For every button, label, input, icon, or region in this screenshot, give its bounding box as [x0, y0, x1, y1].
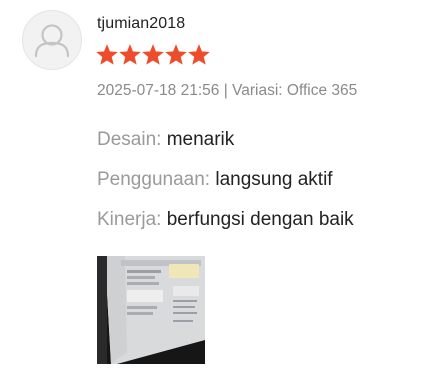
attribute-row-usage: Penggunaan: langsung aktif: [97, 170, 354, 210]
attribute-key: Penggunaan:: [97, 169, 211, 190]
review-attributes: Desain: menarik Penggunaan: langsung akt…: [97, 130, 354, 250]
attribute-key: Kinerja:: [97, 209, 162, 230]
avatar: [22, 10, 82, 70]
meta-separator: |: [219, 82, 233, 99]
reviewer-username: tjumian2018: [97, 15, 186, 32]
star-icon: [96, 44, 118, 66]
review-media-thumbnail[interactable]: [97, 256, 205, 364]
star-icon: [119, 44, 141, 66]
star-icon: [188, 44, 210, 66]
attribute-row-design: Desain: menarik: [97, 130, 354, 170]
variation-label: Variasi:: [232, 82, 283, 99]
attribute-value: langsung aktif: [215, 169, 333, 190]
attribute-key: Desain:: [97, 129, 162, 150]
review-meta: 2025-07-18 21:56 | Variasi: Office 365: [97, 82, 357, 100]
review-datetime: 2025-07-18 21:56: [97, 82, 220, 99]
attribute-row-performance: Kinerja: berfungsi dengan baik: [97, 210, 354, 250]
star-icon: [142, 44, 164, 66]
attribute-value: menarik: [166, 129, 235, 150]
laptop-screen-photo: [97, 256, 205, 364]
attribute-value: berfungsi dengan baik: [166, 209, 354, 230]
user-placeholder-icon: [34, 24, 70, 58]
star-icon: [165, 44, 187, 66]
variation-value: Office 365: [286, 82, 358, 99]
rating-stars: [96, 44, 210, 66]
